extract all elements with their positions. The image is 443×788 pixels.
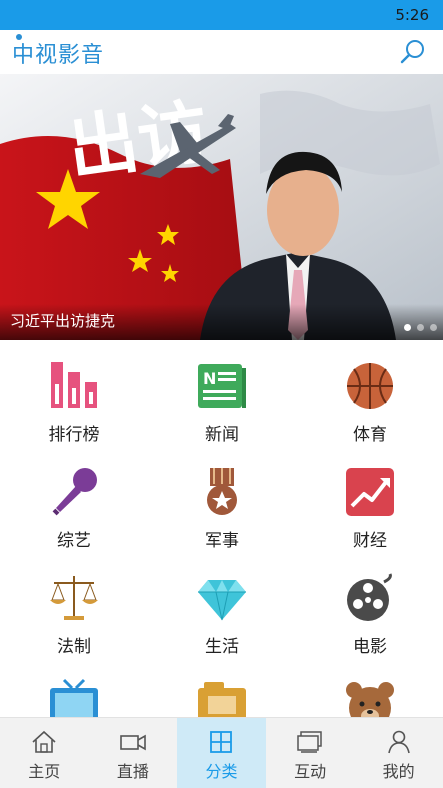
category-law[interactable]: 法制 (0, 552, 148, 658)
folder-icon (198, 682, 246, 717)
category-label: 新闻 (205, 425, 239, 445)
search-button[interactable] (397, 36, 429, 68)
tab-category[interactable]: 分类 (177, 718, 266, 788)
category-sports[interactable]: 体育 (296, 340, 443, 446)
category-variety[interactable]: 综艺 (0, 446, 148, 552)
justice-scale-icon (50, 576, 98, 620)
banner-carousel[interactable]: 出访 习近平出访捷克 (0, 74, 443, 340)
category-military[interactable]: 军事 (148, 446, 296, 552)
tab-label: 我的 (382, 762, 415, 781)
category-label: 财经 (353, 531, 387, 551)
diamond-icon (198, 580, 246, 621)
ranking-bars-icon (51, 362, 97, 408)
category-label: 体育 (353, 425, 387, 445)
tab-interact[interactable]: 互动 (266, 718, 355, 788)
bottom-tab-bar: 主页 直播 分类 互动 我的 (0, 717, 443, 788)
carousel-dot (404, 324, 411, 331)
banner-image: 出访 (0, 74, 443, 340)
finance-chart-icon (346, 468, 394, 516)
category-label: 综艺 (57, 531, 91, 551)
app-logo: 中视影音 (12, 43, 105, 68)
app-header: 中视影音 (0, 30, 443, 74)
bear-icon (346, 682, 394, 717)
newspaper-icon: N (198, 364, 246, 408)
film-reel-icon (347, 573, 392, 621)
status-bar: 5:26 (0, 0, 443, 30)
tab-mine[interactable]: 我的 (354, 718, 443, 788)
carousel-indicator (404, 324, 437, 331)
tab-home[interactable]: 主页 (0, 718, 89, 788)
tab-label: 主页 (28, 762, 61, 781)
category-label: 排行榜 (48, 425, 100, 445)
tv-icon (50, 678, 98, 717)
category-movie[interactable]: 电影 (296, 552, 443, 658)
category-finance[interactable]: 财经 (296, 446, 443, 552)
tab-label: 分类 (205, 762, 238, 781)
category-ranking[interactable]: 排行榜 (0, 340, 148, 446)
basketball-icon (347, 363, 393, 409)
category-label: 电影 (353, 637, 387, 657)
grid-icon (210, 731, 233, 753)
microphone-icon (52, 468, 97, 516)
tab-label: 互动 (294, 762, 327, 781)
category-grid: 排行榜 N 新闻 体育 综艺 军事 财经 法制 生活 电影 (0, 340, 443, 717)
tab-live[interactable]: 直播 (89, 718, 178, 788)
user-icon (387, 730, 410, 754)
category-label: 生活 (205, 637, 239, 657)
category-label: 军事 (205, 531, 239, 551)
category-kids[interactable] (296, 658, 443, 717)
category-folder[interactable] (148, 658, 296, 717)
carousel-dot (417, 324, 424, 331)
category-label: 法制 (57, 637, 91, 657)
banner-caption: 习近平出访捷克 (10, 312, 116, 330)
interaction-icon (297, 731, 322, 753)
category-tv[interactable] (0, 658, 148, 717)
carousel-dot (430, 324, 437, 331)
home-icon (32, 730, 56, 753)
search-icon (400, 40, 424, 64)
military-medal-icon (207, 468, 237, 515)
status-time: 5:26 (395, 6, 429, 24)
video-camera-icon (120, 734, 146, 751)
category-life[interactable]: 生活 (148, 552, 296, 658)
tab-label: 直播 (116, 762, 149, 781)
category-news[interactable]: N 新闻 (148, 340, 296, 446)
svg-text:N: N (203, 369, 216, 388)
